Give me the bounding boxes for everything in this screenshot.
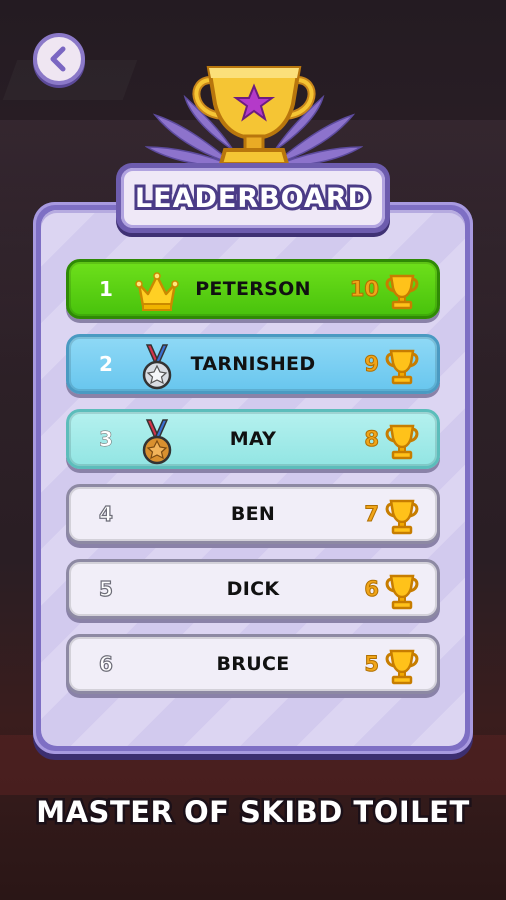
back-button[interactable] xyxy=(33,33,85,85)
leaderboard-row-1[interactable]: 1 PETERSON 10 xyxy=(66,259,440,319)
rank-number: 6 xyxy=(98,651,113,676)
player-score: 8 xyxy=(364,427,380,452)
silver-medal-icon xyxy=(142,344,172,390)
leaderboard-row-4[interactable]: 4 BEN 7 xyxy=(66,484,440,544)
rank-number: 3 xyxy=(99,427,113,452)
title-banner-inner: LEADERBOARD xyxy=(121,168,385,228)
score-trophy-icon xyxy=(385,649,419,685)
leaderboard-row-5[interactable]: 5 DICK 6 xyxy=(66,559,440,619)
leaderboard-row-2[interactable]: 2 TARNISHED 9 xyxy=(66,334,440,394)
page-title: LEADERBOARD xyxy=(132,180,373,217)
leaderboard-row-3[interactable]: 3 MAY 8 xyxy=(66,409,440,469)
player-score: 7 xyxy=(364,502,380,527)
player-name: BEN xyxy=(230,503,276,525)
player-name: TARNISHED xyxy=(190,353,316,375)
score-trophy-icon xyxy=(385,274,419,310)
rank-number: 4 xyxy=(98,501,113,526)
player-name: BRUCE xyxy=(216,653,290,675)
player-name: DICK xyxy=(226,578,280,600)
score-trophy-icon xyxy=(385,499,419,535)
player-score: 10 xyxy=(349,277,379,302)
player-score: 6 xyxy=(364,577,380,602)
trophy-icon xyxy=(192,66,316,166)
player-name: PETERSON xyxy=(195,278,311,300)
back-icon xyxy=(50,46,66,72)
rank-number: 2 xyxy=(99,352,113,376)
leaderboard-row-6[interactable]: 6 BRUCE 5 xyxy=(66,634,440,694)
crown-icon xyxy=(135,272,179,311)
footer-subtitle: MASTER OF SKIBD TOILET xyxy=(34,793,472,832)
score-trophy-icon xyxy=(385,349,419,385)
player-name: MAY xyxy=(229,428,277,450)
rank-number: 1 xyxy=(99,277,113,301)
player-score: 9 xyxy=(364,352,380,377)
score-trophy-icon xyxy=(385,424,419,460)
rank-number: 5 xyxy=(98,576,113,601)
score-trophy-icon xyxy=(385,574,419,610)
bronze-medal-icon xyxy=(142,419,172,465)
title-banner: LEADERBOARD xyxy=(116,163,390,233)
player-score: 5 xyxy=(364,652,380,677)
